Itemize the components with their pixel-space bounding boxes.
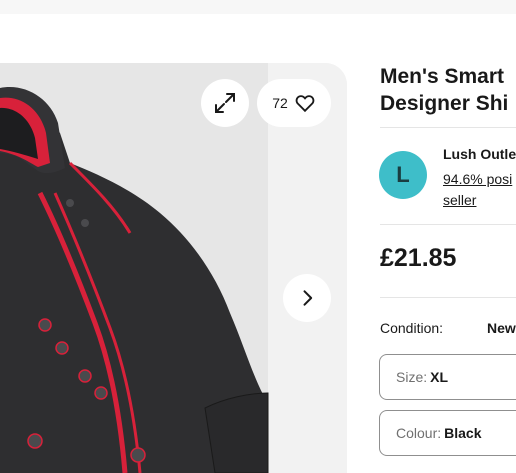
feedback-line-1[interactable]: 94.6% posi	[443, 169, 516, 190]
colour-select[interactable]: Colour: Black	[379, 410, 516, 456]
next-image-button[interactable]	[283, 274, 331, 322]
feedback-line-2[interactable]: seller	[443, 190, 516, 211]
size-label: Size:	[396, 369, 428, 385]
seller-avatar[interactable]: L	[379, 151, 427, 199]
watch-count: 72	[272, 95, 288, 111]
seller-name[interactable]: Lush Outle	[443, 146, 516, 162]
item-price: £21.85	[380, 244, 457, 272]
divider	[380, 224, 516, 225]
top-bar	[0, 0, 516, 14]
expand-image-button[interactable]	[201, 79, 249, 127]
heart-icon	[295, 95, 315, 113]
product-title-line-2: Designer Shi	[380, 92, 509, 115]
image-gallery[interactable]: 72	[0, 63, 347, 473]
condition-value: New	[487, 320, 516, 336]
divider	[380, 297, 516, 298]
expand-icon	[215, 93, 235, 113]
product-title-line-1: Men's Smart	[380, 65, 505, 88]
condition-label: Condition:	[380, 320, 444, 336]
seller-feedback-link[interactable]: 94.6% posi seller	[443, 169, 516, 211]
size-value: XL	[430, 369, 449, 385]
product-title: Men's Smart Designer Shi	[380, 63, 516, 117]
chevron-right-icon	[303, 290, 313, 306]
colour-value: Black	[444, 425, 482, 441]
divider	[380, 127, 516, 128]
watch-button[interactable]: 72	[257, 79, 331, 127]
colour-label: Colour:	[396, 425, 442, 441]
size-select[interactable]: Size: XL	[379, 354, 516, 400]
